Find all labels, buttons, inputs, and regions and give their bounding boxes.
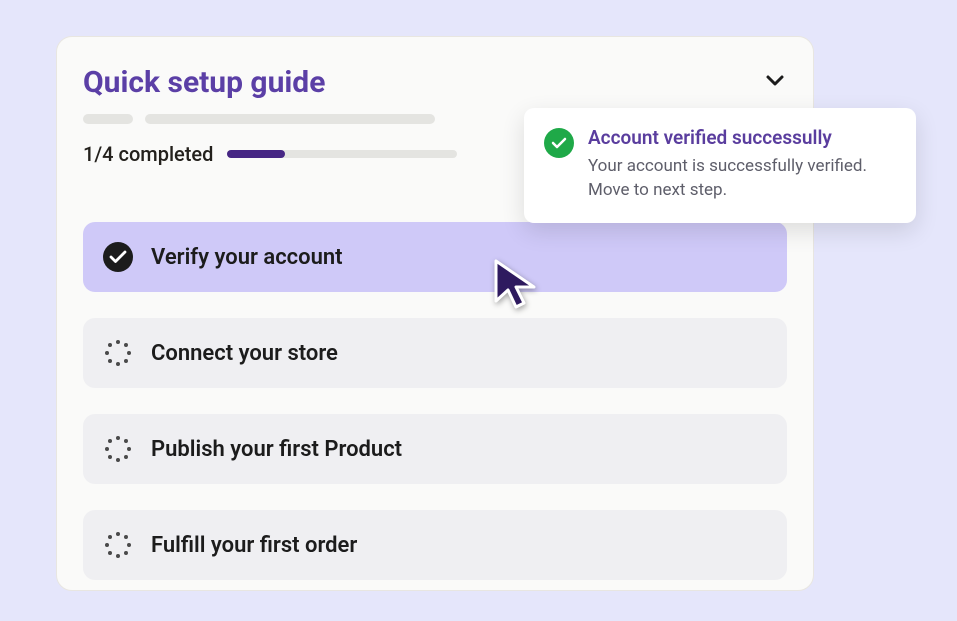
progress-bar — [227, 150, 457, 158]
step-verify-account[interactable]: Verify your account — [83, 222, 787, 292]
collapse-toggle[interactable] — [763, 69, 787, 97]
toast-content: Account verified successully Your accoun… — [588, 126, 896, 203]
progress-label: 1/4 completed — [83, 142, 213, 166]
cursor-icon — [492, 257, 542, 313]
progress-fill — [227, 150, 285, 158]
success-toast: Account verified successully Your accoun… — [524, 108, 916, 223]
skeleton-bar — [83, 114, 133, 124]
step-label: Fulfill your first order — [151, 533, 357, 558]
card-header: Quick setup guide — [83, 65, 787, 100]
step-label: Publish your first Product — [151, 437, 402, 462]
pending-icon — [103, 434, 133, 464]
toast-title: Account verified successully — [588, 126, 896, 149]
pending-icon — [103, 338, 133, 368]
page-title: Quick setup guide — [83, 65, 325, 100]
pending-icon — [103, 530, 133, 560]
toast-description: Your account is successfully verified. M… — [588, 155, 896, 203]
step-publish-product[interactable]: Publish your first Product — [83, 414, 787, 484]
skeleton-bar — [145, 114, 435, 124]
success-check-icon — [544, 128, 574, 158]
steps-list: Verify your account Connect your store — [83, 222, 787, 580]
step-connect-store[interactable]: Connect your store — [83, 318, 787, 388]
step-fulfill-order[interactable]: Fulfill your first order — [83, 510, 787, 580]
step-label: Verify your account — [151, 245, 343, 270]
check-circle-icon — [103, 242, 133, 272]
chevron-down-icon — [763, 69, 787, 93]
step-label: Connect your store — [151, 341, 338, 366]
